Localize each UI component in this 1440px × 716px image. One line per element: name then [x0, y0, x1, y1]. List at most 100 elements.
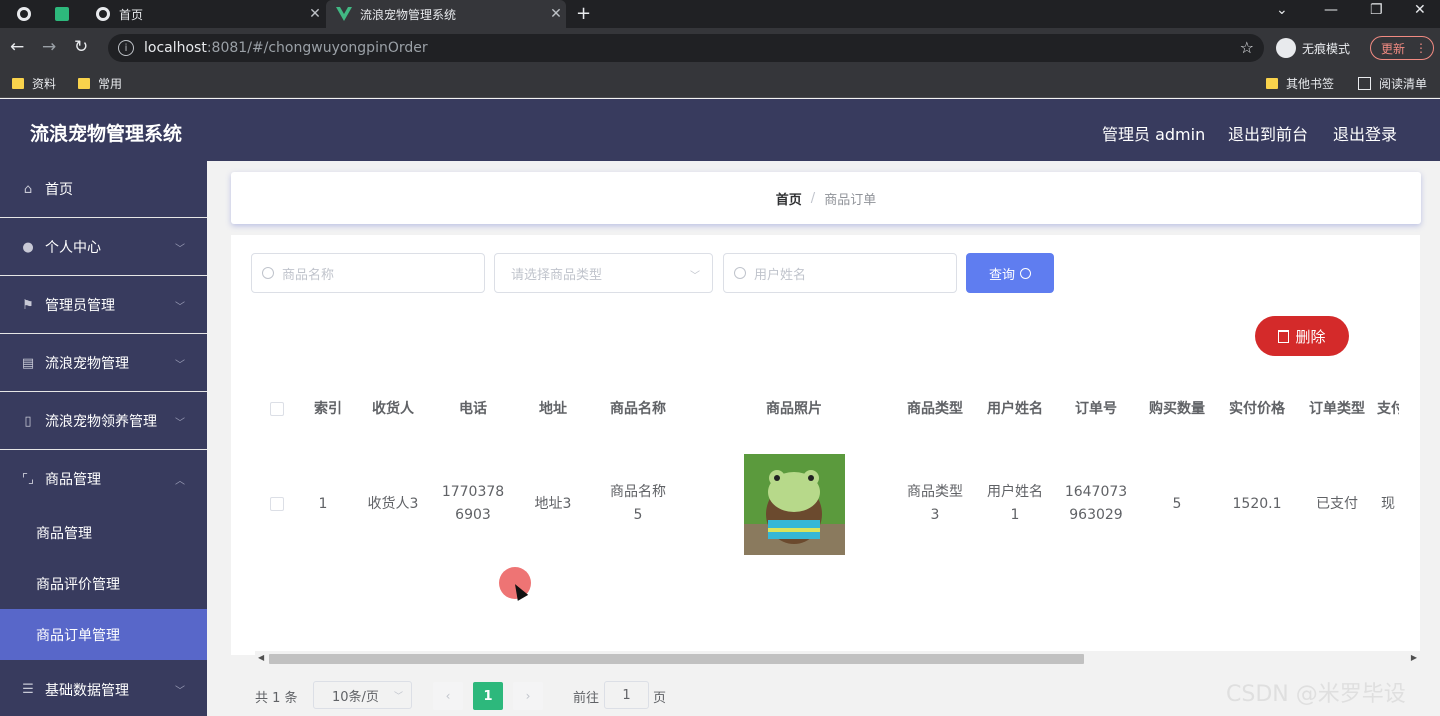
- cell-goods-photo: [683, 449, 905, 559]
- prev-page-button[interactable]: ‹: [433, 682, 463, 710]
- chevron-down-icon[interactable]: ⌄: [1276, 2, 1288, 18]
- sidebar: ⌂ 首页 ● 个人中心 ﹀ ⚑ 管理员管理 ﹀ ▤ 流浪宠物管理 ﹀ ▯ 流浪宠…: [0, 161, 207, 716]
- incognito-label: 无痕模式: [1302, 41, 1351, 56]
- delete-button[interactable]: 删除: [1255, 316, 1349, 356]
- reload-icon[interactable]: ↻: [74, 37, 88, 57]
- scrollbar-thumb[interactable]: [269, 654, 1084, 664]
- bookmark-label: 阅读清单: [1379, 77, 1428, 91]
- sidebar-item-admin-management[interactable]: ⚑ 管理员管理 ﹀: [0, 277, 207, 334]
- globe-icon[interactable]: [14, 4, 34, 24]
- incognito-indicator[interactable]: 无痕模式: [1276, 38, 1350, 58]
- tab-app[interactable]: 流浪宠物管理系统 ✕: [326, 0, 566, 28]
- header-order-type: 订单类型: [1309, 400, 1365, 417]
- table-horizontal-scrollbar[interactable]: ◀ ▶: [255, 651, 1420, 667]
- sidebar-item-label: 流浪宠物管理: [45, 356, 129, 372]
- user-icon: ●: [22, 239, 34, 255]
- breadcrumb-current: 商品订单: [824, 192, 877, 208]
- scroll-right-icon[interactable]: ▶: [1411, 653, 1417, 662]
- goto-page-input[interactable]: 1: [604, 681, 649, 709]
- breadcrumb: 首页 / 商品订单: [231, 172, 1421, 224]
- sidebar-item-label: 基础数据管理: [45, 682, 129, 699]
- close-icon[interactable]: ✕: [546, 6, 566, 22]
- tab-home[interactable]: 首页 ✕: [85, 0, 325, 28]
- header-goods-type: 商品类型: [907, 400, 963, 417]
- scroll-left-icon[interactable]: ◀: [258, 653, 264, 662]
- cell-goods-type-line1: 商品类型: [907, 484, 963, 500]
- bookmark-folder[interactable]: 常用: [78, 75, 122, 92]
- more-icon: ⋮: [1415, 41, 1428, 55]
- logout-link[interactable]: 退出登录: [1333, 121, 1397, 145]
- update-button[interactable]: 更新 ⋮: [1370, 36, 1434, 60]
- user-name-search-input[interactable]: 用户姓名: [723, 253, 957, 293]
- goods-name-search-input[interactable]: 商品名称: [251, 253, 485, 293]
- home-icon: ⌂: [23, 181, 33, 197]
- reading-list[interactable]: 阅读清单: [1358, 75, 1427, 92]
- sidebar-item-personal-center[interactable]: ● 个人中心 ﹀: [0, 219, 207, 276]
- goods-photo[interactable]: [743, 453, 845, 555]
- page-size-select[interactable]: 10条/页 ﹀: [313, 681, 412, 709]
- submenu-goods-management[interactable]: 商品管理: [0, 507, 207, 558]
- page-number-current[interactable]: 1: [473, 682, 503, 710]
- main-content: 首页 / 商品订单 商品名称 请选择商品类型 ﹀ 用户姓名 查询 删除 索引 收…: [207, 161, 1440, 716]
- sidebar-item-goods-management[interactable]: ⌜⌟ 商品管理 ︿: [0, 451, 207, 508]
- sidebar-item-adoption-management[interactable]: ▯ 流浪宠物领养管理 ﹀: [0, 393, 207, 450]
- checkbox[interactable]: [270, 402, 284, 416]
- sidebar-item-base-data-management[interactable]: ☰ 基础数据管理 ﹀: [0, 661, 207, 716]
- user-name-placeholder: 用户姓名: [754, 267, 807, 283]
- minimize-icon[interactable]: —: [1324, 2, 1338, 18]
- row-checkbox[interactable]: [257, 449, 297, 559]
- header-payment: 支付: [1377, 400, 1399, 417]
- other-bookmarks[interactable]: 其他书签: [1266, 75, 1334, 92]
- close-icon[interactable]: ✕: [305, 6, 325, 22]
- close-window-icon[interactable]: ✕: [1414, 2, 1426, 18]
- goods-type-select[interactable]: 请选择商品类型 ﹀: [494, 253, 713, 293]
- folder-icon: [1266, 78, 1278, 89]
- header-goods-name: 商品名称: [610, 400, 666, 417]
- incognito-icon: [1276, 38, 1296, 58]
- cell-goods-name: 商品名称 5: [593, 449, 683, 559]
- bookmark-label: 其他书签: [1286, 77, 1335, 91]
- vue-logo-icon: [336, 6, 352, 22]
- cell-payment: 现: [1381, 495, 1395, 512]
- bookmark-folder[interactable]: 资料: [12, 75, 56, 92]
- breadcrumb-separator: /: [810, 190, 816, 206]
- submenu-goods-review-management[interactable]: 商品评价管理: [0, 558, 207, 609]
- tab-title: 首页: [119, 7, 144, 22]
- trash-icon: [1278, 329, 1290, 343]
- header-price: 实付价格: [1229, 400, 1285, 417]
- select-all-checkbox[interactable]: [257, 369, 297, 449]
- header-quantity: 购买数量: [1149, 400, 1205, 417]
- update-label: 更新: [1381, 41, 1406, 56]
- goto-frontend-link[interactable]: 退出到前台: [1228, 121, 1308, 145]
- info-icon[interactable]: i: [118, 40, 134, 56]
- cell-user-name-line2: 1: [1010, 507, 1020, 523]
- maximize-icon[interactable]: ❐: [1370, 2, 1383, 18]
- orders-table: 索引 收货人 电话 地址 商品名称 商品照片 商品类型 用户姓名 订单号 购买数…: [251, 369, 1399, 577]
- breadcrumb-home[interactable]: 首页: [776, 189, 802, 208]
- sidebar-item-label: 个人中心: [45, 240, 101, 256]
- next-page-button[interactable]: ›: [513, 682, 543, 710]
- sidebar-item-home[interactable]: ⌂ 首页: [0, 161, 207, 218]
- submenu-goods-order-management[interactable]: 商品订单管理: [0, 609, 207, 660]
- checkbox[interactable]: [270, 497, 284, 511]
- sidebar-item-label: 流浪宠物领养管理: [45, 414, 157, 430]
- header-user-name: 用户姓名: [987, 400, 1043, 417]
- new-tab-icon[interactable]: +: [576, 3, 591, 24]
- cell-user-name: 用户姓名 1: [975, 449, 1055, 559]
- app-header: 流浪宠物管理系统 管理员 admin 退出到前台 退出登录: [0, 99, 1440, 161]
- url-input[interactable]: i localhost:8081/#/chongwuyongpinOrder ☆: [108, 34, 1264, 62]
- flag-icon: ⚑: [22, 297, 34, 313]
- bookmark-label: 常用: [98, 77, 123, 91]
- goods-name-placeholder: 商品名称: [282, 267, 335, 283]
- app-favicon-icon[interactable]: [52, 4, 72, 24]
- search-icon: [734, 267, 746, 279]
- forward-icon[interactable]: →: [42, 37, 56, 57]
- cell-index: 1: [318, 495, 328, 512]
- bookmark-star-icon[interactable]: ☆: [1240, 38, 1254, 57]
- back-icon[interactable]: ←: [10, 37, 24, 57]
- sidebar-item-stray-pet-management[interactable]: ▤ 流浪宠物管理 ﹀: [0, 335, 207, 392]
- query-button[interactable]: 查询: [966, 253, 1054, 293]
- folder-icon: [78, 78, 90, 89]
- sidebar-item-label: 首页: [45, 182, 73, 198]
- cell-order-no-line2: 963029: [1069, 507, 1123, 523]
